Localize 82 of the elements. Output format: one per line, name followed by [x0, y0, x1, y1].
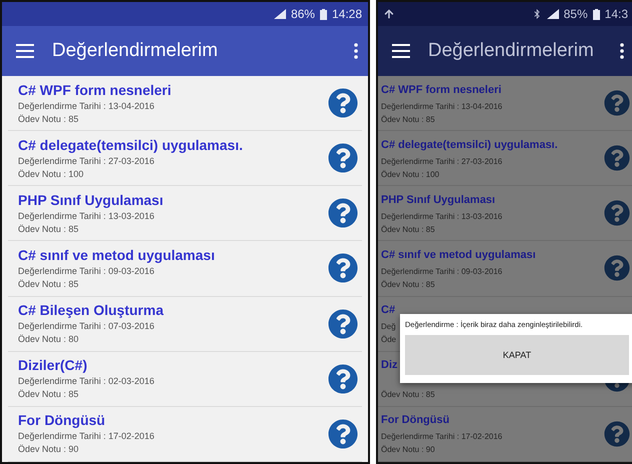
help-icon[interactable]: [328, 198, 358, 228]
help-icon[interactable]: [328, 308, 358, 339]
signal-icon: [274, 9, 286, 19]
evaluation-date: Değerlendirme Tarihi : 13-04-2016: [381, 100, 502, 112]
evaluation-date: Değerlendirme Tarihi : 09-03-2016: [18, 266, 154, 277]
help-icon[interactable]: [604, 200, 630, 226]
assignment-title: For Döngüsü: [18, 412, 106, 430]
close-button[interactable]: KAPAT: [405, 335, 629, 375]
help-icon[interactable]: [328, 143, 358, 174]
evaluation-date: Değerlendirme Tarihi : 27-03-2016: [18, 156, 154, 167]
signal-icon: [546, 9, 559, 19]
help-icon[interactable]: [328, 418, 358, 449]
evaluation-date: Değerlendirme Tarihi : 13-04-2016: [18, 100, 154, 112]
assignment-item[interactable]: C# sınıf ve metod uygulaması Değerlendirme Tarihi : 09-03-2016 Ödev Notu : 85: [378, 241, 632, 297]
grade-text: Ödev Notu : 85: [18, 114, 79, 125]
grade-text: Ödev Notu : 85: [18, 224, 79, 235]
help-icon[interactable]: [328, 88, 358, 118]
menu-icon[interactable]: [392, 44, 410, 58]
evaluation-date: Değerlendirme Tarihi : 13-03-2016: [381, 210, 502, 222]
assignment-title: PHP Sınıf Uygulaması: [381, 192, 496, 208]
grade-text: Öde: [381, 334, 396, 346]
grade-text: Ödev Notu : 100: [18, 168, 84, 180]
assignment-item[interactable]: C# WPF form nesneleri Değerlendirme Tarihi : 13-04-2016 Ödev Notu : 85: [378, 76, 632, 132]
assignment-title: C# sınıf ve metod uygulaması: [18, 246, 215, 264]
battery-icon: [320, 8, 327, 20]
battery-level: 85%: [564, 7, 588, 21]
evaluation-date: Değ: [381, 321, 396, 332]
grade-text: Ödev Notu : 90: [381, 444, 435, 456]
grade-text: Ödev Notu : 85: [18, 278, 79, 290]
grade-text: Ödev Notu : 85: [381, 224, 435, 235]
screen-title: Değerlendirmelerim: [428, 40, 595, 62]
assignment-item[interactable]: PHP Sınıf Uygulaması Değerlendirme Tarihi : 13-03-2016 Ödev Notu : 85: [378, 186, 632, 242]
assignment-item[interactable]: C# delegate(temsilci) uygulaması. Değerlendirme Tarihi : 27-03-2016 Ödev Notu : 100: [378, 131, 632, 186]
assignment-item[interactable]: C# WPF form nesneleri Değerlendirme Tarihi : 13-04-2016 Ödev Notu : 85: [8, 76, 362, 132]
evaluation-date: Değerlendirme Tarihi : 09-03-2016: [381, 266, 502, 277]
assignment-title: Diziler(C#): [18, 357, 88, 374]
assignment-title: C# delegate(temsilci) uygulaması.: [381, 138, 558, 153]
assignment-item[interactable]: C# Bileşen Oluşturma Değerlendirme Tarihi : 07-03-2016 Ödev Notu : 80: [8, 296, 362, 352]
upload-icon: [384, 9, 394, 19]
grade-text: Ödev Notu : 85: [381, 278, 435, 290]
help-icon[interactable]: [328, 364, 358, 394]
assignment-item[interactable]: C# sınıf ve metod uygulaması Değerlendirme Tarihi : 09-03-2016 Ödev Notu : 85: [8, 241, 362, 297]
assignment-item[interactable]: For Döngüsü Değerlendirme Tarihi : 17-02-2016 Ödev Notu : 90: [8, 406, 362, 462]
help-icon[interactable]: [604, 255, 630, 282]
assignment-item[interactable]: For Döngüsü Değerlendirme Tarihi : 17-02-2016 Ödev Notu : 90: [378, 406, 632, 462]
assignment-title: C# WPF form nesneleri: [18, 82, 172, 99]
evaluation-date: Değerlendirme Tarihi : 17-02-2016: [18, 431, 154, 442]
grade-text: Ödev Notu : 100: [381, 168, 440, 180]
grade-text: Ödev Notu : 80: [18, 334, 79, 346]
clock-time: 14:3: [604, 7, 628, 21]
grade-text: Ödev Notu : 85: [381, 114, 435, 125]
assignment-item[interactable]: C# delegate(temsilci) uygulaması. Değerlendirme Tarihi : 27-03-2016 Ödev Notu : 100: [8, 131, 362, 186]
help-icon[interactable]: [604, 90, 630, 116]
assignment-item[interactable]: PHP Sınıf Uygulaması Değerlendirme Tarihi : 13-03-2016 Ödev Notu : 85: [8, 186, 362, 242]
assignment-title: C#: [381, 303, 396, 318]
assignment-title: For Döngüsü: [381, 413, 450, 428]
battery-level: 86%: [290, 7, 315, 21]
grade-text: Ödev Notu : 85: [18, 389, 79, 400]
evaluation-date: Değerlendirme Tarihi : 02-03-2016: [18, 376, 154, 388]
assignment-title: C# sınıf ve metod uygulaması: [381, 248, 536, 263]
assignment-title: C# delegate(temsilci) uygulaması.: [18, 136, 243, 154]
clock-time: 14:28: [332, 7, 362, 21]
assignment-item[interactable]: Diziler(C#) Değerlendirme Tarihi : 02-03-2016 Ödev Notu : 85: [8, 352, 362, 407]
menu-icon[interactable]: [16, 44, 34, 58]
bluetooth-icon: [532, 9, 542, 19]
help-icon[interactable]: [604, 145, 630, 172]
grade-text: Ödev Notu : 90: [18, 444, 79, 456]
grade-text: Ödev Notu : 85: [381, 389, 435, 400]
evaluation-date: Değerlendirme Tarihi : 17-02-2016: [381, 431, 502, 442]
screen-title: Değerlendirmelerim: [52, 40, 219, 62]
evaluation-date: Değerlendirme Tarihi : 27-03-2016: [381, 156, 502, 167]
help-icon[interactable]: [604, 420, 630, 447]
evaluation-date: Değerlendirme Tarihi : 07-03-2016: [18, 321, 154, 332]
assignment-title: PHP Sınıf Uygulaması: [18, 192, 164, 209]
assignment-title: C# Bileşen Oluşturma: [18, 302, 164, 320]
help-icon[interactable]: [328, 253, 358, 284]
assignment-title: C# WPF form nesneleri: [381, 82, 502, 98]
more-icon[interactable]: [354, 43, 358, 59]
evaluation-date: Değerlendirme Tarihi : 13-03-2016: [18, 210, 154, 222]
assignment-title: Diz: [381, 358, 398, 374]
battery-icon: [592, 8, 600, 20]
more-icon[interactable]: [620, 43, 624, 59]
